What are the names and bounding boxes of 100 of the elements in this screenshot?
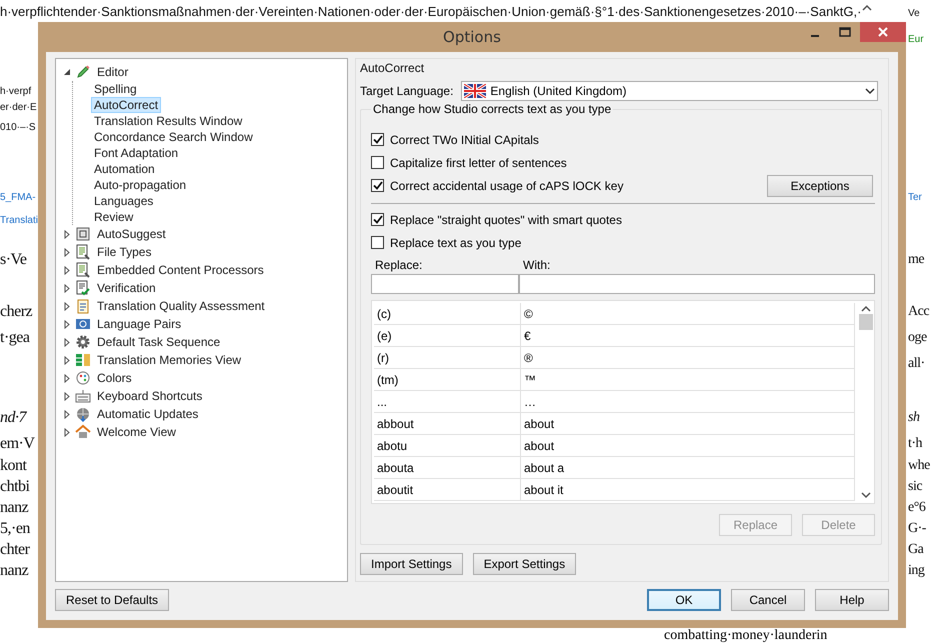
tree-item[interactable]: Welcome View [94, 424, 179, 440]
expand-icon[interactable] [62, 391, 72, 401]
ok-button[interactable]: OK [647, 589, 721, 611]
export-button[interactable]: Export Settings [472, 553, 576, 575]
expand-icon[interactable] [62, 373, 72, 383]
tree-item[interactable]: Spelling [91, 81, 140, 97]
document-text: 5_FMA- [0, 191, 36, 205]
document-text: cherz [0, 302, 32, 322]
table-cell: (e) [374, 325, 521, 347]
expand-icon[interactable] [62, 355, 72, 365]
tree-item[interactable]: Language Pairs [94, 316, 184, 332]
reset-button[interactable]: Reset to Defaults [55, 589, 170, 611]
document-text: h·verpflichtender·Sanktionsmaßnahmen·der·Vereinten·Nationen·oder·der·Europäischen·Union·gemäß·§°1·des·Sanktionengesetzes·2010·–·SanktG,· [0, 4, 862, 19]
document-text: whe [908, 457, 930, 475]
tree-item[interactable]: Review [91, 209, 136, 225]
expand-icon[interactable] [62, 337, 72, 347]
checkbox-label[interactable]: Correct accidental usage of cAPS lOCK key [390, 178, 624, 192]
expand-icon[interactable] [62, 283, 72, 293]
checkbox-label[interactable]: Replace text as you type [390, 236, 522, 250]
document-text: t·h [908, 435, 922, 453]
checklist-document-icon [75, 280, 91, 296]
replace-input-field[interactable] [371, 274, 519, 294]
help-button[interactable]: Help [815, 589, 889, 611]
house-icon [75, 424, 91, 440]
checkbox[interactable] [371, 156, 384, 169]
expand-icon[interactable] [62, 427, 72, 437]
tree-item[interactable]: Translation Results Window [91, 113, 246, 129]
scroll-up-icon[interactable] [860, 305, 870, 312]
pencil-icon [75, 64, 91, 80]
tree-item[interactable]: AutoCorrect [91, 97, 162, 113]
maximize-icon [839, 27, 851, 37]
tree-item[interactable]: Keyboard Shortcuts [94, 388, 206, 404]
table-cell: abotu [374, 435, 521, 457]
window-title: Options [443, 28, 501, 46]
tree-item[interactable]: File Types [94, 244, 154, 260]
document-text: s·Ve [0, 250, 26, 270]
document-text: nanz [0, 498, 28, 518]
tree-item[interactable]: Font Adaptation [91, 145, 182, 161]
cancel-button[interactable]: Cancel [731, 589, 805, 611]
checkbox-label[interactable]: Correct TWo INitial CApitals [390, 132, 539, 146]
section-title: AutoCorrect [359, 60, 426, 77]
checkbox[interactable] [371, 213, 384, 226]
document-text: h·verpf [0, 85, 32, 99]
with-input-field[interactable] [519, 274, 875, 294]
table-cell: (tm) [374, 369, 521, 391]
document-text: combatting·money·launderin [664, 628, 828, 644]
document-text: all· [908, 355, 925, 373]
gear-icon [75, 334, 91, 350]
scroll-down-icon[interactable] [860, 492, 870, 499]
globe-icon [75, 406, 91, 422]
import-button[interactable]: Import Settings [360, 553, 463, 575]
tree-item[interactable]: Translation Quality Assessment [94, 298, 268, 314]
keyboard-icon [75, 388, 91, 404]
document-text: Translati [0, 214, 38, 228]
checkbox[interactable] [371, 236, 384, 249]
tree-item[interactable]: Automatic Updates [94, 406, 202, 422]
collapse-icon[interactable] [62, 67, 72, 77]
tree-item[interactable]: Auto-propagation [91, 177, 190, 193]
tree-item[interactable]: Translation Memories View [94, 352, 244, 368]
document-text: kont [0, 456, 26, 476]
tree-item[interactable]: Concordance Search Window [91, 129, 256, 145]
close-button[interactable] [860, 22, 906, 42]
document-text: 010·–·S [0, 121, 36, 135]
checkbox-label[interactable]: Capitalize first letter of sentences [390, 156, 567, 170]
expand-icon[interactable] [62, 229, 72, 239]
tree-item[interactable]: Colors [94, 370, 135, 386]
language-card-icon [75, 316, 91, 332]
expand-icon[interactable] [62, 409, 72, 419]
document-text: Ve [908, 7, 920, 21]
expand-icon[interactable] [62, 265, 72, 275]
tree-item[interactable]: AutoSuggest [94, 226, 169, 242]
table-cell: © [521, 303, 855, 325]
table-cell: … [521, 391, 855, 413]
tree-item[interactable]: Default Task Sequence [94, 334, 224, 350]
expand-icon[interactable] [62, 319, 72, 329]
expand-icon[interactable] [62, 247, 72, 257]
scroll-up-icon [862, 4, 872, 12]
checkbox[interactable] [371, 133, 384, 146]
language-dropdown[interactable]: English (United Kingdom) [461, 81, 878, 101]
field-label: Target Language: [360, 84, 454, 98]
document-text: chter [0, 540, 30, 560]
text-box-icon [75, 226, 91, 242]
exceptions-button[interactable]: Exceptions [767, 174, 873, 196]
tree-item[interactable]: Languages [91, 193, 156, 209]
palette-icon [75, 370, 91, 386]
tree-item[interactable]: Automation [91, 161, 158, 177]
table-cell: about [521, 435, 855, 457]
group-title: Change how Studio corrects text as you type [371, 102, 614, 116]
expand-icon[interactable] [62, 301, 72, 311]
checkbox-label[interactable]: Replace "straight quotes" with smart quotes [390, 212, 622, 226]
checkbox[interactable] [371, 179, 384, 192]
table-cell: ... [374, 391, 521, 413]
table-icon [75, 352, 91, 368]
tree-item[interactable]: Embedded Content Processors [94, 262, 267, 278]
close-icon [878, 27, 888, 37]
scrollbar-thumb[interactable] [858, 314, 872, 330]
tree-item[interactable]: Editor [94, 64, 132, 80]
tree-item[interactable]: Verification [94, 280, 159, 296]
document-text: t·gea [0, 328, 30, 348]
table-cell: about [521, 413, 855, 435]
